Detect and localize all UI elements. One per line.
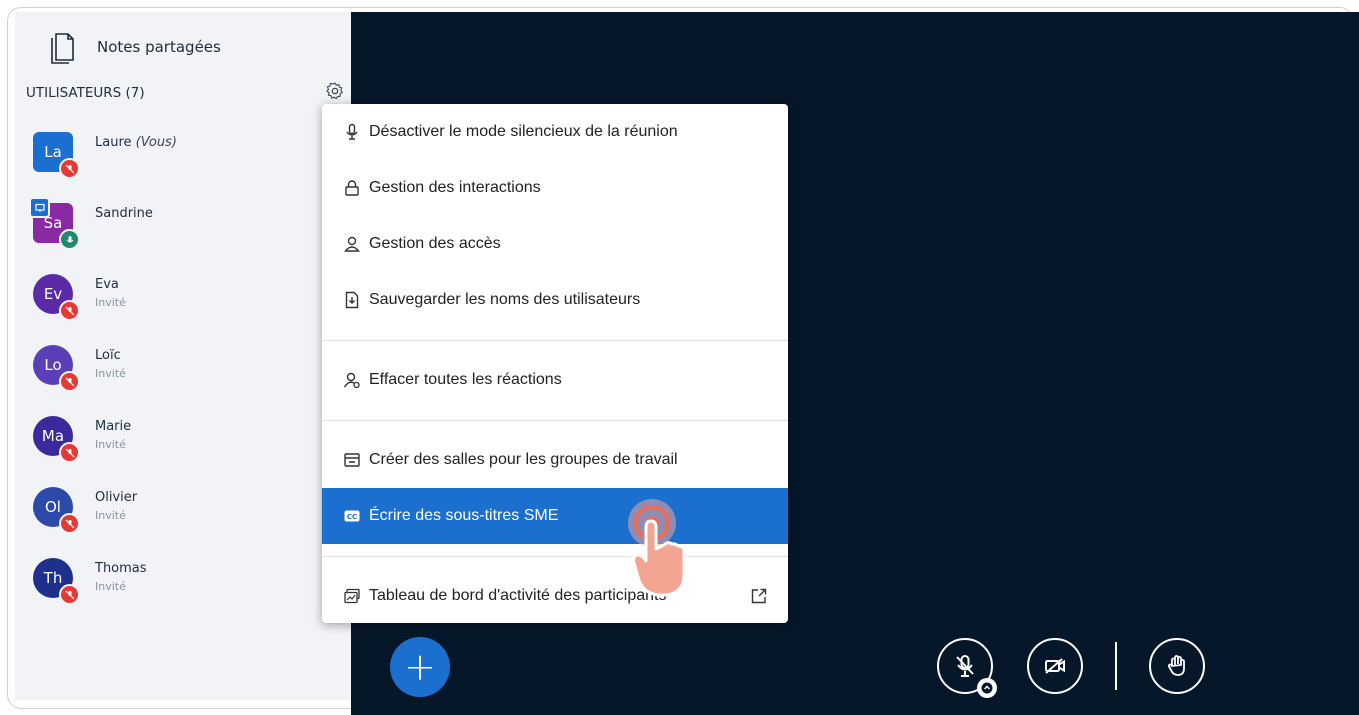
user-clear-icon <box>343 371 361 389</box>
user-name: Marie <box>95 419 132 434</box>
muted-mic-icon <box>59 584 80 605</box>
active-mic-icon <box>59 229 80 250</box>
user-name: Olivier <box>95 490 138 505</box>
camera-off-icon <box>1045 658 1065 674</box>
user-row-sandrine[interactable]: Sa Sandrine <box>29 197 333 259</box>
muted-microphone-icon <box>956 655 974 677</box>
avatar-initials: Ol <box>45 498 61 516</box>
menu-item-label: Désactiver le mode silencieux de la réun… <box>369 123 678 140</box>
avatar-initials: La <box>44 143 62 161</box>
user-options-menu: Désactiver le mode silencieux de la réun… <box>322 104 788 623</box>
avatar: Lo <box>33 345 80 392</box>
closed-captions-icon: CC <box>343 507 361 525</box>
user-name: Laure <box>95 135 132 150</box>
external-link-icon <box>751 588 767 604</box>
avatar: La <box>33 132 80 179</box>
user-name: Eva <box>95 277 119 292</box>
microphone-icon <box>343 123 361 141</box>
users-header: UTILISATEURS (7) <box>26 85 145 101</box>
rooms-icon <box>343 451 361 469</box>
user-icon <box>343 235 361 253</box>
shared-notes-item[interactable]: Notes partagées <box>49 30 221 64</box>
tap-hand-icon <box>628 499 686 597</box>
user-role: Invité <box>95 580 126 593</box>
menu-item-label: Effacer toutes les réactions <box>369 371 562 388</box>
user-row-olivier[interactable]: Ol Olivier Invité <box>33 487 333 543</box>
menu-item-label: Créer des salles pour les groupes de tra… <box>369 451 678 468</box>
menu-item-label: Gestion des interactions <box>369 179 541 196</box>
muted-mic-icon <box>59 158 80 179</box>
menu-item-label: Écrire des sous-titres SME <box>369 507 559 524</box>
avatar: Ma <box>33 416 80 463</box>
avatar: Ol <box>33 487 80 534</box>
avatar-initials: Th <box>43 569 63 587</box>
user-role: Invité <box>95 296 126 309</box>
menu-item-label: Sauvegarder les noms des utilisateurs <box>369 291 641 308</box>
avatar-initials: Ev <box>43 285 63 303</box>
menu-divider <box>322 556 788 557</box>
user-row-thomas[interactable]: Th Thomas Invité <box>33 558 333 614</box>
user-role: Invité <box>95 438 126 451</box>
controls-divider <box>1115 642 1117 690</box>
muted-mic-icon <box>59 513 80 534</box>
users-sidebar: Notes partagées UTILISATEURS (7) La Laur… <box>15 12 351 700</box>
menu-item-captions[interactable]: CC Écrire des sous-titres SME <box>322 488 788 544</box>
menu-item-breakout-rooms[interactable]: Créer des salles pour les groupes de tra… <box>322 432 788 488</box>
presenter-icon <box>29 197 50 218</box>
you-tag: (Vous) <box>135 135 177 150</box>
microphone-toggle-button[interactable] <box>937 638 997 698</box>
menu-divider <box>322 420 788 421</box>
shared-notes-label: Notes partagées <box>97 38 221 56</box>
raise-hand-button[interactable] <box>1149 638 1205 694</box>
avatar-initials: Lo <box>44 356 62 374</box>
avatar: Sa <box>29 197 80 250</box>
svg-text:CC: CC <box>347 513 357 521</box>
avatar-initials: Ma <box>41 427 65 445</box>
audio-options-chevron-icon[interactable] <box>977 678 997 698</box>
user-role: Invité <box>95 509 126 522</box>
menu-item-access[interactable]: Gestion des accès <box>322 216 788 272</box>
muted-mic-icon <box>59 371 80 392</box>
menu-item-label: Gestion des accès <box>369 235 501 252</box>
lock-icon <box>343 179 361 197</box>
notes-icon <box>51 33 74 64</box>
user-name: Loïc <box>95 348 121 363</box>
raise-hand-icon <box>1167 655 1185 676</box>
plus-label: + <box>404 645 436 689</box>
camera-toggle-button[interactable] <box>1027 638 1083 694</box>
user-row-laure[interactable]: La Laure (Vous) <box>33 132 333 188</box>
avatar: Th <box>33 558 80 605</box>
dashboard-icon <box>343 587 361 605</box>
download-file-icon <box>343 291 361 309</box>
menu-item-activity-dashboard[interactable]: Tableau de bord d'activité des participa… <box>322 568 788 624</box>
muted-mic-icon <box>59 300 80 321</box>
menu-item-clear-reactions[interactable]: Effacer toutes les réactions <box>322 352 788 408</box>
user-row-loic[interactable]: Lo Loïc Invité <box>33 345 333 401</box>
add-action-button[interactable]: + <box>390 637 450 697</box>
menu-item-unmute-meeting[interactable]: Désactiver le mode silencieux de la réun… <box>322 104 788 160</box>
user-row-marie[interactable]: Ma Marie Invité <box>33 416 333 472</box>
user-role: Invité <box>95 367 126 380</box>
menu-item-save-names[interactable]: Sauvegarder les noms des utilisateurs <box>322 272 788 328</box>
user-row-eva[interactable]: Ev Eva Invité <box>33 274 333 330</box>
user-name: Thomas <box>95 561 147 576</box>
muted-mic-icon <box>59 442 80 463</box>
avatar: Ev <box>33 274 80 321</box>
menu-item-interactions[interactable]: Gestion des interactions <box>322 160 788 216</box>
gear-icon[interactable] <box>325 81 345 101</box>
menu-divider <box>322 340 788 341</box>
user-name: Sandrine <box>95 206 153 221</box>
